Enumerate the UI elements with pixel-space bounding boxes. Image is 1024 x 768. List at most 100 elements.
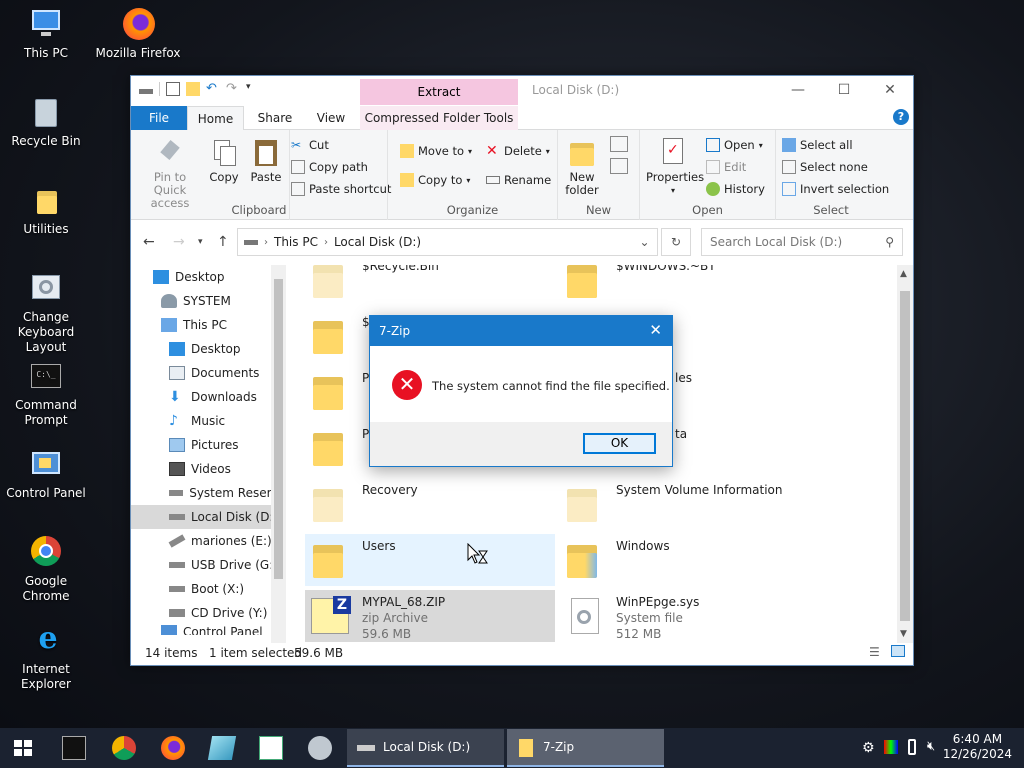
minimize-button[interactable]: —: [775, 76, 821, 106]
up-button[interactable]: ↑: [217, 234, 229, 250]
nav-item-usb-drive-g[interactable]: USB Drive (G:): [131, 553, 286, 577]
display-icon[interactable]: [884, 740, 898, 754]
desktop-icon-this-pc[interactable]: This PC: [0, 8, 92, 61]
breadcrumb-local-disk[interactable]: Local Disk (D:): [334, 235, 421, 249]
new-folder-label-2: folder: [565, 183, 599, 197]
file-item[interactable]: Users: [305, 534, 555, 586]
refresh-button[interactable]: ↻: [661, 228, 691, 256]
taskbar-tool-icon[interactable]: [308, 736, 332, 760]
taskbar-command-prompt-icon[interactable]: [62, 736, 86, 760]
nav-item-music[interactable]: ♪ Music: [131, 409, 286, 433]
desktop-icon-keyboard-layout[interactable]: Change Keyboard Layout: [0, 272, 92, 355]
rename-button[interactable]: Rename: [486, 173, 551, 187]
nav-item-desktop-pc[interactable]: Desktop: [131, 337, 286, 361]
scroll-up-icon[interactable]: ▲: [900, 269, 907, 279]
nav-item-local-disk-d[interactable]: Local Disk (D:): [131, 505, 286, 529]
nav-item-pictures[interactable]: Pictures: [131, 433, 286, 457]
history-button[interactable]: History: [706, 182, 765, 196]
recent-locations-button[interactable]: ▾: [198, 237, 203, 247]
nav-item-mariones-e[interactable]: mariones (E:): [131, 529, 286, 553]
taskbar-app-icon[interactable]: [207, 736, 237, 760]
new-folder-icon[interactable]: [186, 82, 200, 96]
desktop-icon-recycle-bin[interactable]: Recycle Bin: [0, 96, 92, 149]
select-none-button[interactable]: Select none: [782, 160, 868, 174]
desktop-icon-firefox[interactable]: Mozilla Firefox: [92, 8, 184, 61]
desktop-icon-control-panel[interactable]: Control Panel: [0, 448, 92, 501]
file-item[interactable]: $WINDOWS.~BT: [559, 265, 809, 306]
maximize-button[interactable]: ☐: [821, 76, 867, 106]
nav-item-boot-x[interactable]: Boot (X:): [131, 577, 286, 601]
details-view-icon[interactable]: ☰: [869, 645, 880, 659]
file-item-selected[interactable]: Z MYPAL_68.ZIP zip Archive 59.6 MB: [305, 590, 555, 642]
help-icon[interactable]: ?: [893, 109, 909, 125]
forward-button[interactable]: →: [173, 234, 185, 250]
tab-share[interactable]: Share: [247, 106, 303, 130]
error-dialog[interactable]: 7-Zip ✕ ✕ The system cannot find the fil…: [369, 315, 673, 467]
delete-button[interactable]: ✕ Delete ▾: [486, 144, 550, 158]
file-item[interactable]: WinPEpge.sys System file 512 MB: [559, 590, 809, 642]
taskbar-task-7zip[interactable]: 7-Zip: [507, 729, 664, 767]
nav-item-this-pc[interactable]: This PC: [131, 313, 286, 337]
nav-item-system-reserved[interactable]: System Reserve: [131, 481, 286, 505]
file-item[interactable]: $Recycle.Bin: [305, 265, 555, 306]
navigation-pane[interactable]: Desktop SYSTEM This PC Desktop Documents…: [131, 265, 286, 643]
file-list-scrollbar[interactable]: ▲ ▼: [897, 265, 913, 643]
move-to-button[interactable]: Move to ▾: [400, 144, 472, 158]
properties-icon[interactable]: [166, 82, 180, 96]
nav-item-system[interactable]: SYSTEM: [131, 289, 286, 313]
tab-home[interactable]: Home: [187, 106, 244, 131]
properties-button[interactable]: ✓ Properties ▾: [646, 138, 704, 197]
invert-selection-button[interactable]: Invert selection: [782, 182, 889, 196]
large-icons-view-icon[interactable]: [891, 645, 905, 657]
desktop-icon-internet-explorer[interactable]: e Internet Explorer: [0, 624, 92, 692]
taskbar-chrome-icon[interactable]: [112, 736, 136, 760]
tab-compressed-folder-tools[interactable]: Compressed Folder Tools: [360, 106, 518, 130]
dialog-close-icon[interactable]: ✕: [649, 321, 662, 339]
volume-muted-icon[interactable]: 🔇︎: [927, 739, 935, 754]
close-button[interactable]: ✕: [867, 76, 913, 106]
search-input[interactable]: Search Local Disk (D:) ⚲: [701, 228, 903, 256]
breadcrumb-this-pc[interactable]: This PC: [274, 235, 318, 249]
navigation-scrollbar[interactable]: [271, 265, 286, 643]
nav-item-control-panel[interactable]: Control Panel: [131, 625, 286, 635]
select-all-button[interactable]: Select all: [782, 138, 853, 152]
undo-icon[interactable]: ↶: [206, 82, 220, 96]
scrollbar-thumb[interactable]: [274, 279, 283, 579]
network-icon[interactable]: ⚙: [862, 740, 875, 756]
address-dropdown-button[interactable]: ⌄: [631, 228, 658, 256]
file-item[interactable]: Recovery: [305, 478, 555, 530]
desktop-icon-chrome[interactable]: Google Chrome: [0, 536, 92, 604]
address-input[interactable]: › This PC › Local Disk (D:): [237, 228, 658, 256]
edit-button[interactable]: Edit: [706, 160, 746, 174]
tab-file[interactable]: File: [131, 106, 187, 130]
scrollbar-thumb[interactable]: [900, 291, 910, 621]
tab-view[interactable]: View: [303, 106, 359, 130]
back-button[interactable]: ←: [143, 234, 155, 250]
desktop-icon-command-prompt[interactable]: C:\_ Command Prompt: [0, 360, 92, 428]
open-button[interactable]: Open ▾: [706, 138, 763, 152]
taskbar-task-explorer[interactable]: Local Disk (D:): [347, 729, 504, 767]
clock[interactable]: 6:40 AM 12/26/2024: [943, 732, 1012, 762]
easy-access-icon[interactable]: [610, 158, 628, 174]
battery-icon[interactable]: [908, 739, 916, 755]
copy-to-button[interactable]: Copy to ▾: [400, 173, 470, 187]
file-item[interactable]: System Volume Information: [559, 478, 809, 530]
desktop-icon-utilities[interactable]: Utilities: [0, 184, 92, 237]
file-item[interactable]: Windows: [559, 534, 809, 586]
scroll-down-icon[interactable]: ▼: [900, 629, 907, 639]
new-item-icon[interactable]: [610, 136, 628, 152]
start-button[interactable]: [0, 728, 48, 768]
dialog-title-bar[interactable]: 7-Zip ✕: [370, 316, 672, 346]
nav-item-desktop[interactable]: Desktop: [131, 265, 286, 289]
nav-item-documents[interactable]: Documents: [131, 361, 286, 385]
customize-qat-icon[interactable]: ▾: [246, 82, 260, 96]
title-bar[interactable]: ↶ ↷ ▾ Extract Local Disk (D:) — ☐ ✕: [131, 76, 913, 106]
nav-item-videos[interactable]: Videos: [131, 457, 286, 481]
nav-item-cd-drive-y[interactable]: CD Drive (Y:) C: [131, 601, 286, 625]
taskbar-chart-app-icon[interactable]: [259, 736, 283, 760]
nav-item-downloads[interactable]: ⬇ Downloads: [131, 385, 286, 409]
ok-button[interactable]: OK: [583, 433, 656, 454]
new-folder-button[interactable]: New folder: [562, 138, 602, 197]
taskbar-firefox-icon[interactable]: [161, 736, 185, 760]
redo-icon[interactable]: ↷: [226, 82, 240, 96]
